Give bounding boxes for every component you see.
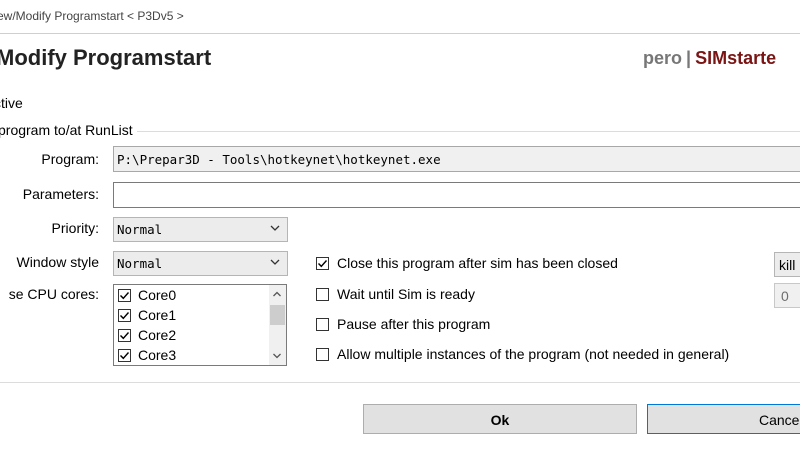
cpu-core-item[interactable]: Core0 [116,286,266,306]
program-path-value: P:\Prepar3D - Tools\hotkeynet\hotkeynet.… [117,152,441,167]
pause-after-checkbox[interactable] [316,318,329,331]
checkbox-checked-icon[interactable] [118,349,131,362]
title-bar: ew/Modify Programstart < P3Dv5 > [0,0,800,34]
wait-seconds-value: 0 [781,288,789,304]
close-method-dropdown[interactable]: kill [774,252,800,277]
pause-after-label[interactable]: Pause after this program [337,316,490,332]
chevron-up-icon[interactable] [272,289,282,299]
brand-logo: pero | SIMstarte [643,48,776,69]
brand-app-name: SIMstarte [695,48,777,68]
cpu-core-label: Core3 [138,347,177,363]
cpu-core-item[interactable]: Core3 [116,346,266,365]
cancel-button[interactable]: Cance [647,404,800,434]
ok-button[interactable]: Ok [363,404,637,434]
chevron-down-icon[interactable] [272,351,282,361]
brand-separator: | [686,48,692,68]
window-style-value: Normal [117,256,163,271]
priority-label: Priority: [51,220,99,236]
multiple-instances-checkbox[interactable] [316,348,329,361]
wait-seconds-field[interactable]: 0 [774,283,800,308]
parameters-field[interactable] [113,182,800,208]
close-method-value: kill [779,257,796,273]
parameters-label: Parameters: [22,186,99,202]
program-label: Program: [41,151,99,167]
page-title: Modify Programstart [0,45,212,70]
cpu-core-label: Core1 [138,307,177,323]
window-title: ew/Modify Programstart < P3Dv5 > [0,9,184,23]
checkbox-checked-icon[interactable] [118,329,131,342]
cpu-core-label: Core2 [138,327,177,343]
program-path-field[interactable]: P:\Prepar3D - Tools\hotkeynet\hotkeynet.… [113,146,800,172]
cpu-core-item[interactable]: Core1 [116,306,266,326]
active-checkbox-label[interactable]: ctive [0,95,23,111]
chevron-down-icon [270,259,280,265]
scrollbar-thumb[interactable] [270,305,285,325]
checkbox-checked-icon[interactable] [316,257,329,270]
priority-dropdown[interactable]: Normal [113,217,288,242]
multiple-instances-label[interactable]: Allow multiple instances of the program … [337,346,729,362]
cpu-core-label: Core0 [138,287,177,303]
groupbox-title: program to/at RunList [0,122,137,138]
listbox-scrollbar[interactable] [269,285,286,365]
cpu-cores-listbox[interactable]: Core0 Core1 Core2 Core3 [113,284,287,366]
chevron-down-icon [270,225,280,231]
priority-value: Normal [117,222,163,237]
wait-sim-ready-checkbox[interactable] [316,288,329,301]
brand-user: pero [643,48,683,68]
cpu-core-item[interactable]: Core2 [116,326,266,346]
wait-sim-ready-label[interactable]: Wait until Sim is ready [337,286,475,302]
cpu-cores-label: se CPU cores: [8,286,99,302]
checkbox-checked-icon[interactable] [118,309,131,322]
cancel-button-label: Cance [759,412,800,428]
window-style-dropdown[interactable]: Normal [113,251,288,276]
window-style-label: Window style [16,254,99,270]
ok-button-label: Ok [490,412,510,428]
close-after-sim-label[interactable]: Close this program after sim has been cl… [337,255,618,271]
checkbox-checked-icon[interactable] [118,289,131,302]
